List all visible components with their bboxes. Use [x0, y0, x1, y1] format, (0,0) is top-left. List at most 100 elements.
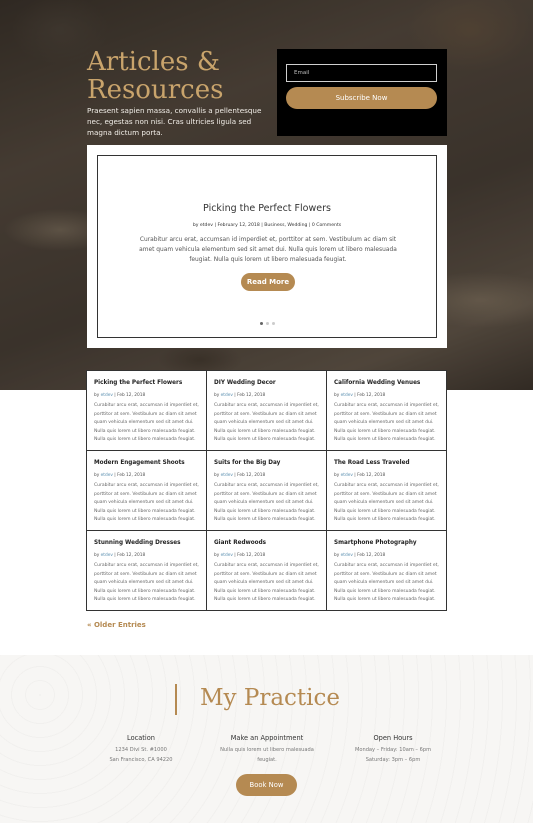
post-by-label: by	[94, 473, 101, 478]
post-author-link[interactable]: etdev	[341, 393, 353, 398]
slider-dot-2[interactable]	[265, 322, 269, 325]
post-meta: by etdev | Feb 12, 2018	[334, 473, 439, 482]
practice-title: My Practice	[200, 685, 341, 711]
hours-heading: Open Hours	[373, 734, 413, 742]
hours-line2: Saturday: 3pm – 6pm	[365, 756, 421, 763]
post-by-label: by	[214, 473, 221, 478]
slide-title[interactable]: Picking the Perfect Flowers	[98, 203, 436, 214]
post-excerpt: Curabitur arcu erat, accumsan id imperdi…	[334, 563, 439, 602]
post-by-label: by	[334, 393, 341, 398]
post-title[interactable]: California Wedding Venues	[334, 379, 439, 389]
appointment-line1: Nulla quis lorem ut libero malesuada	[220, 747, 314, 753]
slide-frame: Picking the Perfect Flowers by etdev | F…	[97, 155, 437, 338]
slider-dot-1[interactable]	[259, 322, 263, 325]
post-author-link[interactable]: etdev	[221, 473, 233, 478]
post-title[interactable]: Suits for the Big Day	[214, 459, 319, 469]
post-excerpt: Curabitur arcu erat, accumsan id imperdi…	[334, 403, 439, 442]
post-meta: by etdev | Feb 12, 2018	[214, 553, 319, 562]
post-by-label: by	[94, 393, 101, 398]
read-more-button[interactable]: Read More	[241, 273, 295, 291]
post-meta: by etdev | Feb 12, 2018	[94, 393, 199, 402]
post-by-label: by	[334, 473, 341, 478]
hours-line1: Monday – Friday: 10am – 6pm	[354, 747, 432, 753]
appointment-text: Nulla quis lorem ut libero malesuada feu…	[197, 746, 337, 765]
hours-text: Monday – Friday: 10am – 6pm Saturday: 3p…	[323, 746, 463, 765]
older-entries-link[interactable]: « Older Entries	[87, 621, 146, 629]
practice-section: My Practice Location 1234 Divi St. #1000…	[0, 655, 533, 823]
subscribe-box: Email Subscribe Now	[277, 49, 447, 136]
email-field[interactable]: Email	[286, 64, 437, 82]
appointment-heading: Make an Appointment	[230, 734, 304, 742]
post-meta: by etdev | Feb 12, 2018	[334, 393, 439, 402]
location-text: 1234 Divi St. #1000 San Francisco, CA 94…	[71, 746, 211, 765]
slide-excerpt: Curabitur arcu erat, accumsan id imperdi…	[139, 237, 397, 263]
post-date: Feb 12, 2018	[237, 553, 266, 558]
post-title[interactable]: The Road Less Traveled	[334, 459, 439, 469]
post-card: Giant Redwoods by etdev | Feb 12, 2018 Cur…	[207, 531, 327, 610]
post-meta: by etdev | Feb 12, 2018	[94, 553, 199, 562]
post-excerpt: Curabitur arcu erat, accumsan id imperdi…	[94, 483, 199, 522]
hero-subtitle: Praesent sapien massa, convallis a pelle…	[87, 106, 262, 137]
post-title[interactable]: Stunning Wedding Dresses	[94, 539, 199, 549]
post-date: Feb 12, 2018	[357, 473, 386, 478]
post-excerpt: Curabitur arcu erat, accumsan id imperdi…	[334, 483, 439, 522]
post-date: Feb 12, 2018	[357, 393, 386, 398]
post-card: Modern Engagement Shoots by etdev | Feb 1…	[87, 451, 207, 531]
featured-post-slider: Picking the Perfect Flowers by etdev | F…	[87, 145, 447, 348]
post-author-link[interactable]: etdev	[341, 473, 353, 478]
post-title[interactable]: Picking the Perfect Flowers	[94, 379, 199, 389]
slide-meta: by etdev | February 12, 2018 | Business,…	[192, 223, 342, 228]
post-excerpt: Curabitur arcu erat, accumsan id imperdi…	[214, 563, 319, 602]
post-grid: Picking the Perfect Flowers by etdev | Fe…	[86, 370, 447, 611]
post-card: California Wedding Venues by etdev | Feb …	[327, 371, 446, 451]
post-title[interactable]: Smartphone Photography	[334, 539, 439, 549]
post-title[interactable]: Giant Redwoods	[214, 539, 319, 549]
post-by-label: by	[94, 553, 101, 558]
title-accent-bar	[175, 684, 177, 715]
post-author-link[interactable]: etdev	[101, 553, 113, 558]
post-by-label: by	[214, 393, 221, 398]
location-heading: Location	[127, 734, 155, 742]
post-excerpt: Curabitur arcu erat, accumsan id imperdi…	[94, 403, 199, 442]
post-meta: by etdev | Feb 12, 2018	[94, 473, 199, 482]
post-date: Feb 12, 2018	[237, 393, 266, 398]
location-column: Location 1234 Divi St. #1000 San Francis…	[71, 733, 211, 765]
post-date: Feb 12, 2018	[117, 553, 146, 558]
post-card: Suits for the Big Day by etdev | Feb 12, …	[207, 451, 327, 531]
location-line1: 1234 Divi St. #1000	[115, 747, 167, 753]
location-line2: San Francisco, CA 94220	[109, 756, 173, 763]
post-meta: by etdev | Feb 12, 2018	[214, 473, 319, 482]
post-by-label: by	[214, 553, 221, 558]
hours-column: Open Hours Monday – Friday: 10am – 6pm S…	[323, 733, 463, 765]
post-date: Feb 12, 2018	[117, 473, 146, 478]
post-by-label: by	[334, 553, 341, 558]
post-author-link[interactable]: etdev	[101, 393, 113, 398]
post-title[interactable]: DIY Wedding Decor	[214, 379, 319, 389]
post-meta: by etdev | Feb 12, 2018	[214, 393, 319, 402]
post-title[interactable]: Modern Engagement Shoots	[94, 459, 199, 469]
post-date: Feb 12, 2018	[237, 473, 266, 478]
post-excerpt: Curabitur arcu erat, accumsan id imperdi…	[214, 403, 319, 442]
post-card: Smartphone Photography by etdev | Feb 12,…	[327, 531, 446, 610]
subscribe-button[interactable]: Subscribe Now	[286, 87, 437, 109]
post-author-link[interactable]: etdev	[221, 553, 233, 558]
post-author-link[interactable]: etdev	[101, 473, 113, 478]
page-title: Articles & Resources	[87, 48, 277, 104]
page-title-line2: Resources	[87, 75, 224, 105]
post-excerpt: Curabitur arcu erat, accumsan id imperdi…	[94, 563, 199, 602]
appointment-line2: feugiat.	[257, 756, 277, 763]
post-date: Feb 12, 2018	[357, 553, 386, 558]
post-card: The Road Less Traveled by etdev | Feb 12,…	[327, 451, 446, 531]
post-date: Feb 12, 2018	[117, 393, 146, 398]
post-meta: by etdev | Feb 12, 2018	[334, 553, 439, 562]
slider-dot-3[interactable]	[271, 322, 275, 325]
post-author-link[interactable]: etdev	[341, 553, 353, 558]
post-author-link[interactable]: etdev	[221, 393, 233, 398]
slider-dots	[98, 322, 436, 325]
post-card: DIY Wedding Decor by etdev | Feb 12, 2018…	[207, 371, 327, 451]
appointment-column: Make an Appointment Nulla quis lorem ut …	[197, 733, 337, 765]
post-card: Picking the Perfect Flowers by etdev | Fe…	[87, 371, 207, 451]
book-now-button[interactable]: Book Now	[236, 774, 297, 796]
post-card: Stunning Wedding Dresses by etdev | Feb 1…	[87, 531, 207, 610]
post-excerpt: Curabitur arcu erat, accumsan id imperdi…	[214, 483, 319, 522]
